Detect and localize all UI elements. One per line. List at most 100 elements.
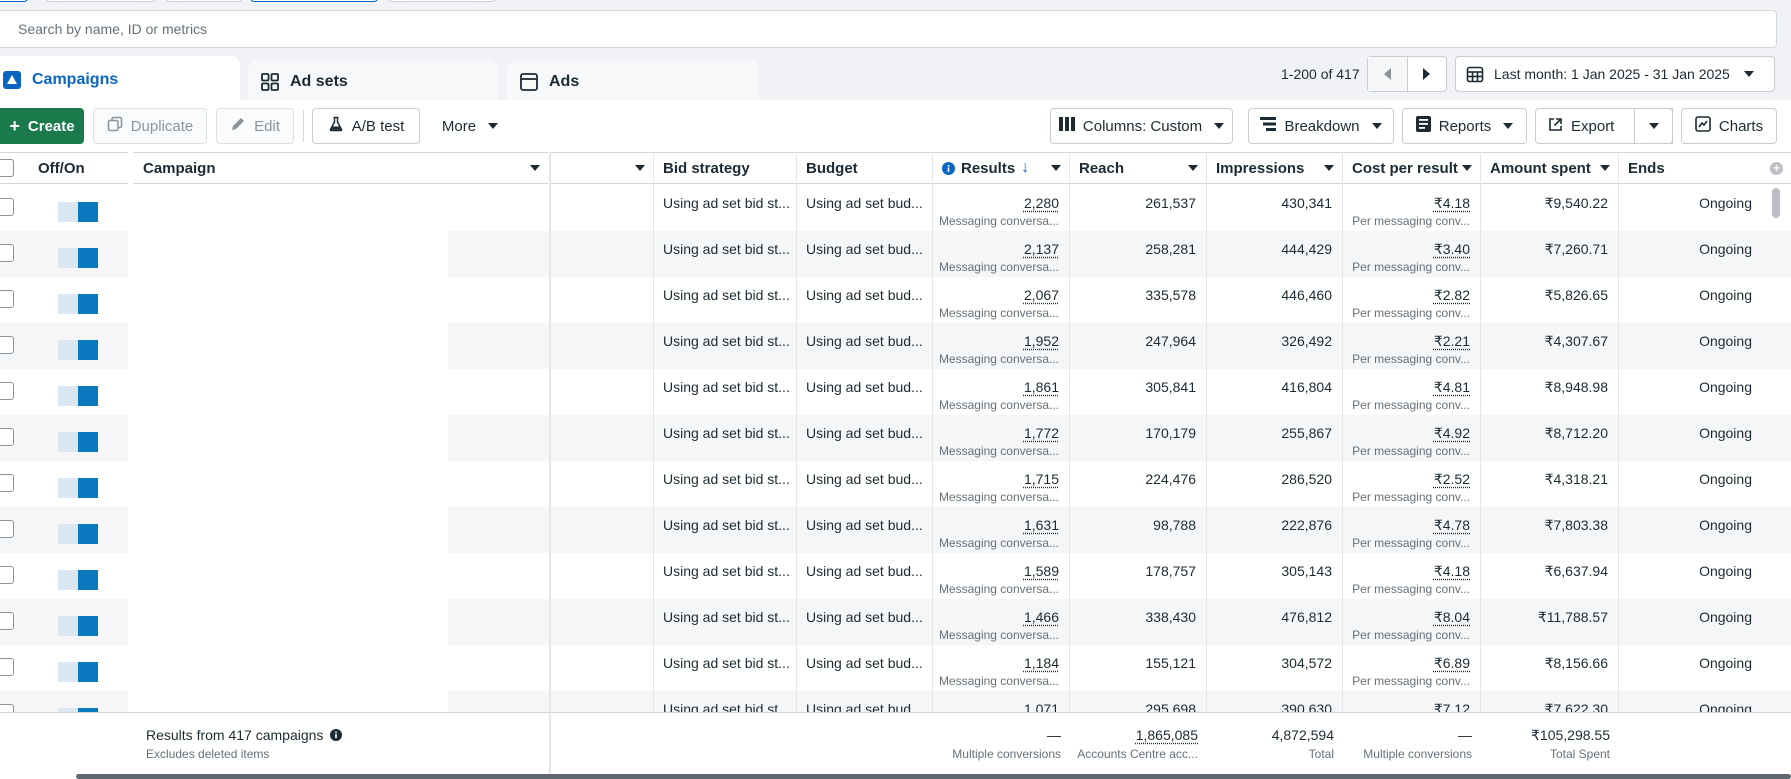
- cell-results[interactable]: 1,861 Messaging conversa...: [932, 369, 1069, 415]
- row-checkbox[interactable]: [0, 198, 14, 216]
- campaign-name-redacted[interactable]: [128, 553, 448, 599]
- search-bar[interactable]: [0, 10, 1777, 48]
- pagination-controls[interactable]: [1367, 56, 1447, 92]
- table-row[interactable]: Using ad set bid st... Using ad set bud..…: [0, 323, 1791, 369]
- cell-results[interactable]: 1,071: [932, 691, 1069, 712]
- campaign-name-redacted[interactable]: [128, 185, 448, 231]
- campaign-name-redacted[interactable]: [128, 461, 448, 507]
- campaign-name-redacted[interactable]: [128, 231, 448, 277]
- cell-cost-per-result[interactable]: ₹7.12: [1342, 691, 1480, 712]
- cell-cost-per-result[interactable]: ₹8.04 Per messaging conv...: [1342, 599, 1480, 645]
- campaign-toggle[interactable]: [58, 524, 98, 544]
- header-bid-strategy[interactable]: Bid strategy: [653, 152, 796, 184]
- prev-page-button[interactable]: [1368, 57, 1408, 91]
- table-row[interactable]: Using ad set bid st... Using ad set bud..…: [0, 599, 1791, 645]
- campaign-toggle[interactable]: [58, 432, 98, 452]
- header-results[interactable]: Results ↓: [932, 152, 1069, 184]
- table-row[interactable]: Using ad set bid st... Using ad set bud..…: [0, 231, 1791, 277]
- header-impressions[interactable]: Impressions: [1206, 152, 1342, 184]
- ab-test-button[interactable]: A/B test: [312, 108, 420, 144]
- cell-cost-per-result[interactable]: ₹4.18 Per messaging conv...: [1342, 185, 1480, 231]
- row-checkbox[interactable]: [0, 428, 14, 446]
- campaign-toggle[interactable]: [58, 386, 98, 406]
- cell-results[interactable]: 1,715 Messaging conversa...: [932, 461, 1069, 507]
- table-row[interactable]: Using ad set bid st... Using ad set bud..…: [0, 553, 1791, 599]
- row-checkbox[interactable]: [0, 658, 14, 676]
- header-off-on[interactable]: Off/On: [0, 152, 128, 184]
- info-icon[interactable]: [330, 729, 343, 741]
- campaign-name-redacted[interactable]: [128, 507, 448, 553]
- horizontal-scrollbar[interactable]: [76, 774, 1791, 779]
- cell-results[interactable]: 1,589 Messaging conversa...: [932, 553, 1069, 599]
- row-checkbox[interactable]: [0, 336, 14, 354]
- header-campaign[interactable]: Campaign: [133, 152, 548, 184]
- edit-button[interactable]: Edit: [216, 108, 294, 144]
- cell-cost-per-result[interactable]: ₹4.81 Per messaging conv...: [1342, 369, 1480, 415]
- next-page-button[interactable]: [1408, 57, 1447, 91]
- campaign-toggle[interactable]: [58, 248, 98, 268]
- header-cost-per-result[interactable]: Cost per result: [1342, 152, 1480, 184]
- cell-cost-per-result[interactable]: ₹4.92 Per messaging conv...: [1342, 415, 1480, 461]
- duplicate-button[interactable]: Duplicate: [93, 108, 207, 144]
- campaign-toggle[interactable]: [58, 570, 98, 590]
- cell-cost-per-result[interactable]: ₹2.21 Per messaging conv...: [1342, 323, 1480, 369]
- reports-button[interactable]: Reports: [1402, 108, 1527, 144]
- cell-results[interactable]: 1,952 Messaging conversa...: [932, 323, 1069, 369]
- summary-reach[interactable]: 1,865,085: [1136, 727, 1198, 743]
- cell-cost-per-result[interactable]: ₹6.89 Per messaging conv...: [1342, 645, 1480, 691]
- add-column-button[interactable]: +: [1762, 152, 1791, 184]
- header-hidden-column[interactable]: [550, 152, 653, 184]
- cell-results[interactable]: 1,466 Messaging conversa...: [932, 599, 1069, 645]
- header-amount-spent[interactable]: Amount spent: [1480, 152, 1618, 184]
- date-range-picker[interactable]: Last month: 1 Jan 2025 - 31 Jan 2025: [1455, 56, 1775, 92]
- cell-cost-per-result[interactable]: ₹3.40 Per messaging conv...: [1342, 231, 1480, 277]
- cell-cost-per-result[interactable]: ₹2.82 Per messaging conv...: [1342, 277, 1480, 323]
- campaign-name-redacted[interactable]: [128, 691, 448, 712]
- campaign-name-redacted[interactable]: [128, 369, 448, 415]
- campaign-toggle[interactable]: [58, 202, 98, 222]
- table-row[interactable]: Using ad set bid st... Using ad set bud..…: [0, 277, 1791, 323]
- campaign-toggle[interactable]: [58, 478, 98, 498]
- campaign-toggle[interactable]: [58, 662, 98, 682]
- table-row[interactable]: Using ad set bid st... Using ad set bud..…: [0, 507, 1791, 553]
- select-all-checkbox[interactable]: [0, 159, 14, 177]
- campaign-name-redacted[interactable]: [128, 323, 448, 369]
- table-row[interactable]: Using ad set bid st... Using ad set bud..…: [0, 185, 1791, 231]
- row-checkbox[interactable]: [0, 566, 14, 584]
- header-reach[interactable]: Reach: [1069, 152, 1206, 184]
- campaign-name-redacted[interactable]: [128, 415, 448, 461]
- cell-results[interactable]: 1,184 Messaging conversa...: [932, 645, 1069, 691]
- more-button[interactable]: More: [432, 108, 508, 144]
- tab-campaigns[interactable]: Campaigns: [0, 56, 240, 104]
- cell-results[interactable]: 2,137 Messaging conversa...: [932, 231, 1069, 277]
- export-options-button[interactable]: [1634, 108, 1673, 144]
- row-checkbox[interactable]: [0, 244, 14, 262]
- row-checkbox[interactable]: [0, 382, 14, 400]
- header-budget[interactable]: Budget: [796, 152, 932, 184]
- table-row[interactable]: Using ad set bid st... Using ad set bud..…: [0, 415, 1791, 461]
- tab-ad-sets[interactable]: Ad sets: [248, 60, 498, 104]
- row-checkbox[interactable]: [0, 520, 14, 538]
- vertical-scrollbar[interactable]: [1772, 188, 1780, 218]
- row-checkbox[interactable]: [0, 290, 14, 308]
- campaign-toggle[interactable]: [58, 340, 98, 360]
- row-checkbox[interactable]: [0, 474, 14, 492]
- cell-results[interactable]: 2,280 Messaging conversa...: [932, 185, 1069, 231]
- table-row[interactable]: Using ad set bid st... Using ad set bud..…: [0, 461, 1791, 507]
- header-ends[interactable]: Ends: [1618, 152, 1762, 184]
- row-checkbox[interactable]: [0, 704, 14, 712]
- cell-results[interactable]: 1,631 Messaging conversa...: [932, 507, 1069, 553]
- columns-button[interactable]: Columns: Custom: [1050, 108, 1233, 144]
- tab-ads[interactable]: Ads: [507, 60, 759, 104]
- row-checkbox[interactable]: [0, 612, 14, 630]
- info-icon[interactable]: [942, 161, 955, 175]
- cell-results[interactable]: 1,772 Messaging conversa...: [932, 415, 1069, 461]
- table-row[interactable]: Using ad set bid st... Using ad set bud..…: [0, 645, 1791, 691]
- breakdown-button[interactable]: Breakdown: [1248, 108, 1394, 144]
- campaign-name-redacted[interactable]: [128, 645, 448, 691]
- cell-cost-per-result[interactable]: ₹2.52 Per messaging conv...: [1342, 461, 1480, 507]
- campaign-toggle[interactable]: [58, 294, 98, 314]
- table-row[interactable]: Using ad set bid st... Using ad set bud..…: [0, 691, 1791, 712]
- charts-button[interactable]: Charts: [1681, 108, 1777, 144]
- search-input[interactable]: [0, 11, 1776, 47]
